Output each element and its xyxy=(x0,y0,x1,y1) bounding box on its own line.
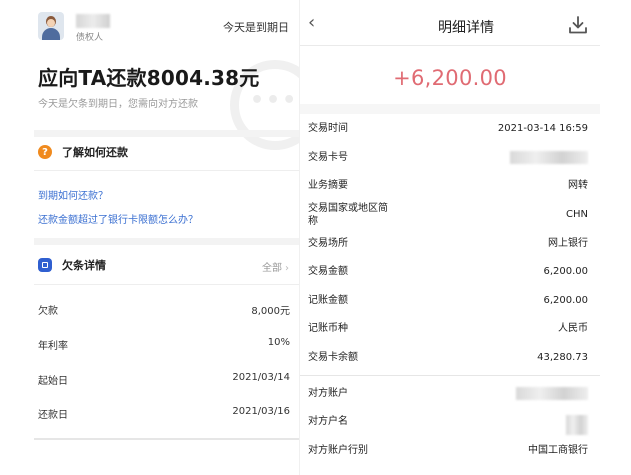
divider xyxy=(34,438,299,440)
avatar[interactable] xyxy=(38,12,64,40)
due-status: 今天是到期日 xyxy=(223,21,289,34)
card-limit-link[interactable]: 还款金额超过了银行卡限额怎么办？ xyxy=(38,211,198,226)
divider xyxy=(300,375,600,376)
detail-value: 8,000元 xyxy=(251,306,290,317)
detail-row-start-date: 起始日 2021/03/14 xyxy=(38,372,290,388)
detail-row-counterparty-name: 对方户名 xyxy=(308,415,588,435)
how-to-repay-link[interactable]: 到期如何还款？ xyxy=(38,187,108,202)
detail-label: 对方账户 xyxy=(308,388,348,399)
detail-label: 交易金额 xyxy=(308,266,348,277)
detail-value: 6,200.00 xyxy=(543,295,588,306)
debt-details-header: 欠条详情 xyxy=(38,256,106,274)
section-gap xyxy=(300,104,600,114)
chat-dots-icon: ••• xyxy=(250,88,299,113)
detail-value: 43,280.73 xyxy=(537,352,588,363)
detail-row-posted-amount: 记账金额 6,200.00 xyxy=(308,294,588,307)
detail-label: 记账金额 xyxy=(308,295,348,306)
detail-row-interest-rate: 年利率 10% xyxy=(38,337,290,353)
detail-row-venue: 交易场所 网上银行 xyxy=(308,237,588,250)
counterparty-name-redacted xyxy=(566,415,588,439)
divider xyxy=(34,170,299,171)
detail-value: 网转 xyxy=(568,180,588,191)
detail-label: 交易卡号 xyxy=(308,152,348,163)
divider xyxy=(300,45,600,46)
detail-value: 2021/03/16 xyxy=(232,406,290,417)
detail-row-summary: 业务摘要 网转 xyxy=(308,179,588,192)
detail-value: 2021-03-14 16:59 xyxy=(497,123,588,134)
detail-label: 记账币种 xyxy=(308,323,348,334)
detail-label: 起始日 xyxy=(38,376,68,387)
detail-row-repay-date: 还款日 2021/03/16 xyxy=(38,406,290,422)
detail-value: 网上银行 xyxy=(548,238,588,249)
detail-row-balance: 交易卡余额 43,280.73 xyxy=(308,351,588,364)
download-icon[interactable] xyxy=(567,14,589,36)
detail-row-card-no: 交易卡号 xyxy=(308,151,588,164)
detail-row-country: 交易国家或地区简称 CHN xyxy=(308,202,588,228)
transaction-amount: +6,200.00 xyxy=(393,66,507,90)
detail-label: 业务摘要 xyxy=(308,180,348,191)
detail-value: 2021/03/14 xyxy=(232,372,290,383)
detail-row-time: 交易时间 2021-03-14 16:59 xyxy=(308,122,588,135)
view-all-button[interactable]: 全部 › xyxy=(262,259,289,274)
repay-amount-title: 应向TA还款8004.38元 xyxy=(38,66,260,90)
card-number-redacted xyxy=(510,151,588,168)
detail-row-counterparty-bank: 对方账户行别 中国工商银行 xyxy=(308,444,588,457)
creditor-label: 债权人 xyxy=(76,33,104,43)
detail-value: 6,200.00 xyxy=(543,266,588,277)
chevron-right-icon: › xyxy=(285,263,289,274)
detail-value: CHN xyxy=(566,209,588,220)
section-gap xyxy=(34,130,299,137)
detail-label: 对方账户行别 xyxy=(308,445,368,456)
detail-value: 10% xyxy=(267,337,290,348)
detail-label: 交易国家或地区简称 xyxy=(308,203,388,227)
section-gap xyxy=(34,238,299,245)
detail-value: 人民币 xyxy=(558,323,588,334)
detail-row-currency: 记账币种 人民币 xyxy=(308,322,588,335)
loan-note-panel: 债权人 今天是到期日 ••• 应向TA还款8004.38元 今天是欠条到期日，您… xyxy=(0,0,299,475)
learn-repay-title: 了解如何还款 xyxy=(62,146,128,159)
view-all-label: 全部 xyxy=(262,263,282,274)
detail-label: 对方户名 xyxy=(308,416,348,427)
counterparty-account-redacted xyxy=(516,387,588,404)
detail-label: 交易时间 xyxy=(308,123,348,134)
divider xyxy=(34,284,299,285)
document-icon xyxy=(38,258,52,272)
detail-label: 欠款 xyxy=(38,306,58,317)
detail-row-principal: 欠款 8,000元 xyxy=(38,302,290,318)
repay-subtitle: 今天是欠条到期日，您需向对方还款 xyxy=(38,99,198,110)
detail-row-counterparty-account: 对方账户 xyxy=(308,387,588,400)
detail-label: 交易卡余额 xyxy=(308,352,358,363)
creditor-name-redacted xyxy=(76,14,110,28)
detail-row-txn-amount: 交易金额 6,200.00 xyxy=(308,265,588,278)
debt-details-title: 欠条详情 xyxy=(62,259,106,272)
detail-label: 交易场所 xyxy=(308,238,348,249)
detail-value: 中国工商银行 xyxy=(528,445,588,456)
creditor-header: 债权人 今天是到期日 xyxy=(0,0,299,46)
transaction-detail-panel: ‹ 明细详情 +6,200.00 交易时间 2021-03-14 16:59 交… xyxy=(299,0,631,475)
detail-label: 还款日 xyxy=(38,410,68,421)
learn-repay-section-header: ? 了解如何还款 xyxy=(38,143,128,161)
question-icon: ? xyxy=(38,145,52,159)
detail-label: 年利率 xyxy=(38,341,68,352)
